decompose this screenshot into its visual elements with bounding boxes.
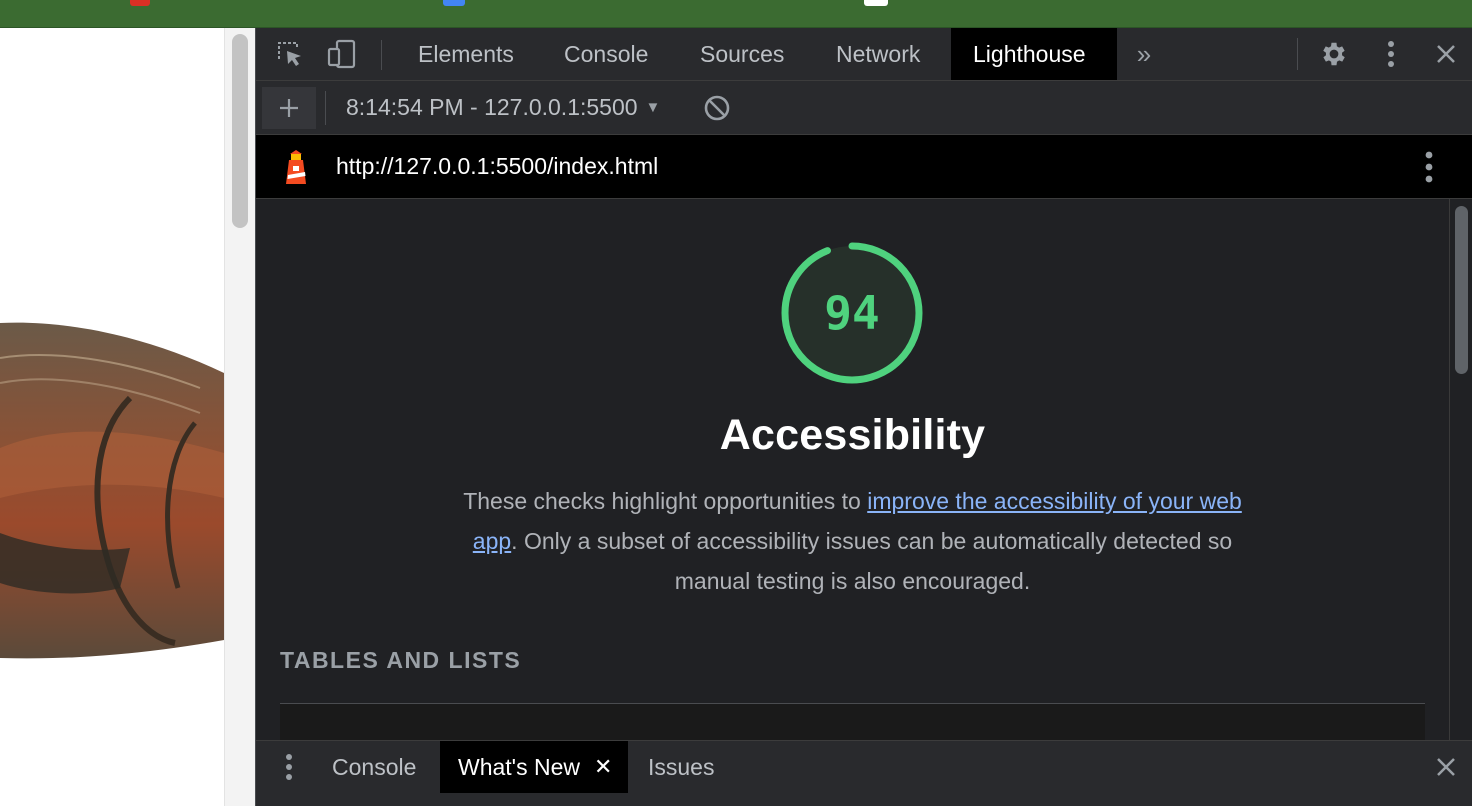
device-toolbar-icon[interactable] — [324, 38, 360, 70]
drawer-tab-issues[interactable]: Issues — [630, 741, 732, 793]
tab-favicon-blue[interactable] — [443, 0, 465, 6]
tab-console[interactable]: Console — [542, 28, 670, 80]
toolbar-separator — [325, 91, 326, 125]
report-url: http://127.0.0.1:5500/index.html — [336, 153, 659, 179]
inspect-element-icon[interactable] — [272, 38, 308, 70]
report-menu-icon[interactable] — [1414, 149, 1444, 185]
drawer-tab-bar: Console What's New ✕ Issues — [256, 740, 1472, 806]
audit-group-body — [280, 704, 1425, 740]
tab-favicon-red[interactable] — [130, 0, 150, 6]
score-gauge: 94 — [778, 239, 926, 387]
report-content: 94 Accessibility These checks highlight … — [256, 199, 1449, 740]
lighthouse-toolbar: 8:14:54 PM - 127.0.0.1:5500 ▼ — [256, 81, 1472, 135]
report-selector[interactable]: 8:14:54 PM - 127.0.0.1:5500 ▼ — [346, 81, 660, 134]
caret-down-icon: ▼ — [645, 99, 661, 116]
description-text-after: . Only a subset of accessibility issues … — [511, 528, 1233, 594]
more-tabs-icon[interactable]: » — [1130, 38, 1158, 70]
category-description: These checks highlight opportunities to … — [456, 481, 1249, 601]
tabbar-separator — [381, 40, 382, 70]
drawer-tab-whats-new[interactable]: What's New ✕ — [440, 741, 628, 793]
close-icon[interactable] — [1430, 38, 1462, 70]
devtools-tab-bar: Elements Console Sources Network Lightho… — [256, 28, 1472, 81]
report-scrollbar[interactable] — [1449, 199, 1472, 740]
tab-lighthouse[interactable]: Lighthouse — [951, 28, 1117, 80]
report-selector-label: 8:14:54 PM - 127.0.0.1:5500 — [346, 94, 638, 120]
new-report-button[interactable] — [262, 87, 316, 129]
clear-all-icon[interactable] — [701, 93, 733, 123]
drawer-menu-icon[interactable] — [276, 751, 302, 783]
drawer-tab-whats-new-label: What's New — [458, 753, 580, 780]
drawer-tab-console[interactable]: Console — [314, 741, 434, 793]
inspected-page — [0, 28, 224, 806]
report-url-bar: http://127.0.0.1:5500/index.html — [256, 135, 1472, 199]
category-title: Accessibility — [719, 411, 986, 459]
tab-sources[interactable]: Sources — [678, 28, 806, 80]
close-tab-icon[interactable]: ✕ — [594, 754, 612, 780]
tab-elements[interactable]: Elements — [396, 28, 536, 80]
tab-network[interactable]: Network — [814, 28, 942, 80]
page-scrollbar[interactable] — [224, 28, 255, 806]
audit-group-title: TABLES AND LISTS — [280, 647, 522, 673]
page-scrollbar-thumb[interactable] — [232, 34, 248, 228]
lighthouse-logo-icon — [278, 147, 314, 187]
settings-gear-icon[interactable] — [1316, 38, 1352, 70]
score-value: 94 — [824, 286, 880, 340]
salmon-illustration — [0, 322, 224, 659]
tabbar-separator-right — [1297, 38, 1298, 70]
browser-tab-strip — [0, 0, 1472, 28]
close-drawer-icon[interactable] — [1430, 751, 1462, 783]
kebab-menu-icon[interactable] — [1376, 38, 1406, 70]
devtools-panel: Elements Console Sources Network Lightho… — [255, 28, 1472, 806]
description-text-before: These checks highlight opportunities to — [463, 488, 868, 514]
report-scrollbar-thumb[interactable] — [1455, 206, 1468, 374]
tab-favicon-white[interactable] — [864, 0, 888, 6]
